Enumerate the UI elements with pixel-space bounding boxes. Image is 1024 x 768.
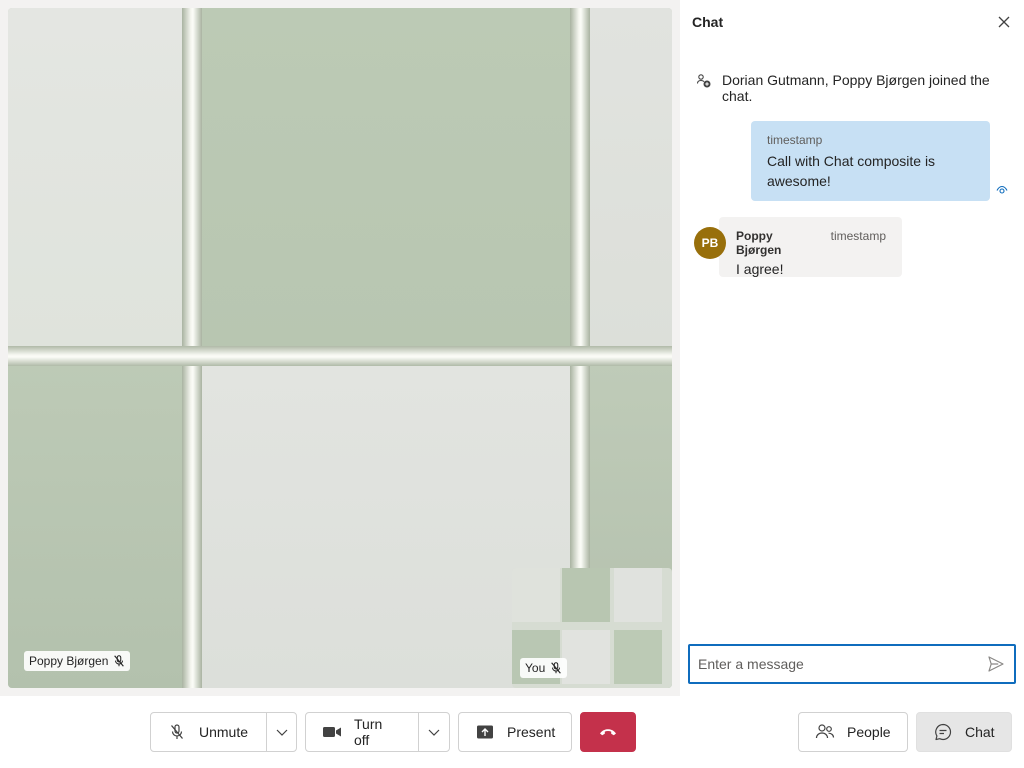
participant-message-bubble[interactable]: Poppy Bjørgen timestamp I agree! [719,217,902,277]
chevron-down-icon [428,729,440,736]
participant-name-badge: Poppy Bjørgen [24,651,131,671]
send-button[interactable] [986,654,1006,674]
participant-name: Poppy Bjørgen [29,654,109,668]
end-call-button[interactable] [580,712,636,752]
read-receipt-icon [996,185,1008,194]
call-controls-bar: Unmute Turn off Present People Chat [0,696,1024,768]
send-icon [988,656,1004,672]
my-message-bubble[interactable]: timestamp Call with Chat composite is aw… [751,121,990,201]
local-label: You [525,661,546,675]
video-frame-region [588,8,672,350]
video-frame-region [8,346,672,366]
camera-options-button[interactable] [419,713,449,751]
unmute-button[interactable]: Unmute [151,713,268,751]
people-icon [815,724,835,739]
video-stage: Poppy Bjørgen You [0,0,680,696]
unmute-label: Unmute [199,724,249,740]
local-name-badge: You [520,658,568,678]
video-frame-region [614,630,662,684]
people-label: People [847,724,891,740]
system-message: Dorian Gutmann, Poppy Bjørgen joined the… [696,72,1008,104]
share-screen-icon [477,725,493,739]
message-sender: Poppy Bjørgen [736,229,782,257]
present-label: Present [507,724,556,740]
video-frame-region [562,630,610,684]
close-icon[interactable] [996,14,1012,30]
video-frame-region [614,568,662,622]
people-button[interactable]: People [798,712,908,752]
chat-bubble-icon [935,723,952,741]
system-message-text: Dorian Gutmann, Poppy Bjørgen joined the… [722,72,990,104]
mic-off-icon [171,724,183,739]
mic-off-icon [114,655,125,667]
camera-split-button: Turn off [305,712,450,752]
chat-title: Chat [692,14,724,30]
mic-off-icon [551,662,562,674]
call-with-chat-app: Poppy Bjørgen You Chat Dorian Gutmann, P… [0,0,1024,768]
turn-off-label: Turn off [354,716,383,748]
turn-off-camera-button[interactable]: Turn off [306,713,420,751]
microphone-split-button: Unmute [150,712,297,752]
chat-button[interactable]: Chat [916,712,1012,752]
present-button[interactable]: Present [458,712,572,752]
chevron-down-icon [276,729,287,736]
people-added-icon [696,74,711,88]
chat-panel: Chat Dorian Gutmann, Poppy Bjørgen joine… [680,0,1024,696]
video-frame-region [512,568,560,622]
avatar: PB [694,227,726,259]
video-camera-icon [323,727,341,737]
message-input[interactable] [698,656,986,672]
message-composer [688,644,1016,684]
chat-label: Chat [965,724,995,740]
message-text: I agree! [736,261,784,277]
hang-up-icon [600,729,616,736]
video-frame-region [8,362,184,688]
message-timestamp: timestamp [830,229,886,243]
video-frame-region [562,568,610,622]
local-video-preview[interactable]: You [512,568,672,688]
message-timestamp: timestamp [767,133,823,147]
video-frame-region [200,8,572,350]
microphone-options-button[interactable] [267,713,296,751]
video-frame-region [8,8,184,350]
message-text: Call with Chat composite is awesome! [767,153,936,189]
